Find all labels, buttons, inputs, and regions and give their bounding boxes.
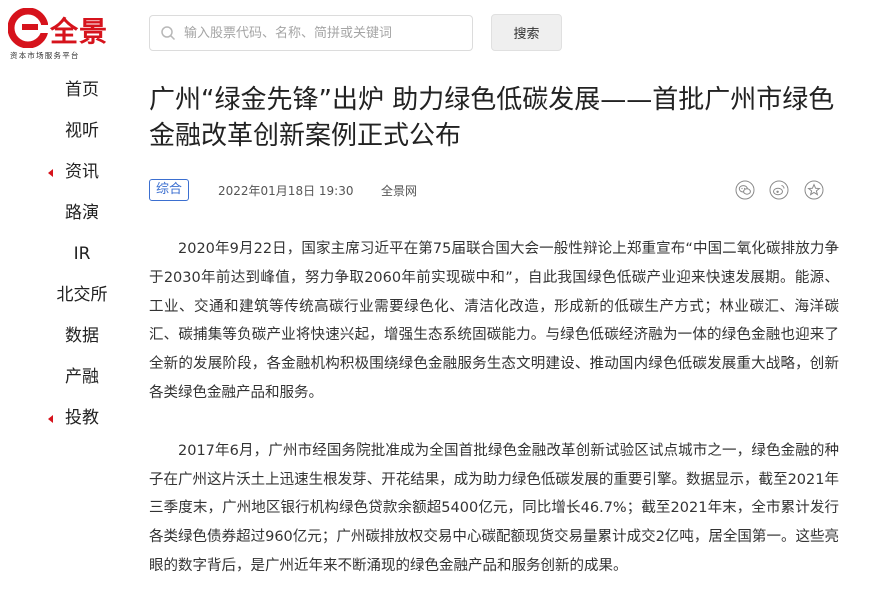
sidebar-item-ir[interactable]: IR bbox=[0, 234, 140, 275]
sidebar-nav: 首页 视听 资讯 路演 IR 北交所 数据 产融 投教 bbox=[0, 70, 140, 439]
logo-mark-icon bbox=[8, 8, 48, 48]
publish-date: 2022年01月18日 19:30 bbox=[218, 184, 354, 198]
logo-brand: 全景 bbox=[50, 15, 109, 48]
triangle-marker-icon bbox=[48, 169, 53, 177]
article-paragraph: 2020年9月22日，国家主席习近平在第75届联合国大会一般性辩论上郑重宣布“中… bbox=[149, 241, 839, 401]
search-icon bbox=[161, 26, 176, 41]
sidebar-item-label: 北交所 bbox=[56, 285, 108, 305]
sidebar-item-news[interactable]: 资讯 bbox=[0, 152, 140, 193]
sidebar-item-industry-finance[interactable]: 产融 bbox=[0, 357, 140, 398]
logo-slogan: 资本市场服务平台 bbox=[10, 51, 80, 60]
sidebar-item-label: 路演 bbox=[65, 203, 99, 223]
sidebar-item-bse[interactable]: 北交所 bbox=[0, 275, 140, 316]
search-box[interactable] bbox=[149, 15, 473, 51]
sidebar-item-label: 资讯 bbox=[65, 162, 99, 182]
article-source: 全景网 bbox=[381, 184, 418, 198]
search-button[interactable]: 搜索 bbox=[491, 14, 562, 51]
article-title: 广州“绿金先锋”出炉 助力绿色低碳发展——首批广州市绿色金融改革创新案例正式公布 bbox=[149, 85, 835, 151]
star-icon[interactable] bbox=[804, 180, 824, 200]
sidebar-item-roadshow[interactable]: 路演 bbox=[0, 193, 140, 234]
article-body: 2020年9月22日，国家主席习近平在第75届联合国大会一般性辩论上郑重宣布“中… bbox=[149, 235, 839, 610]
sidebar-item-video[interactable]: 视听 bbox=[0, 111, 140, 152]
sidebar-item-label: 视听 bbox=[65, 121, 99, 141]
search-input[interactable] bbox=[184, 16, 464, 50]
sidebar-item-home[interactable]: 首页 bbox=[0, 70, 140, 111]
sidebar-item-label: 产融 bbox=[65, 367, 99, 387]
sidebar-item-label: 首页 bbox=[65, 80, 99, 100]
logo[interactable]: 全景 资本市场服务平台 bbox=[8, 8, 118, 66]
category-tag[interactable]: 综合 bbox=[149, 179, 190, 201]
triangle-marker-icon bbox=[48, 415, 53, 423]
sidebar-item-label: 投教 bbox=[65, 408, 99, 428]
sidebar-item-label: IR bbox=[73, 244, 91, 264]
weibo-icon[interactable] bbox=[769, 180, 789, 200]
article-meta: 综合 2022年01月18日 19:30 全景网 bbox=[149, 179, 839, 203]
sidebar-item-label: 数据 bbox=[65, 326, 99, 346]
article-paragraph: 2017年6月，广州市经国务院批准成为全国首批绿色金融改革创新试验区试点城市之一… bbox=[149, 442, 839, 574]
wechat-icon[interactable] bbox=[735, 180, 755, 200]
sidebar-item-investor-education[interactable]: 投教 bbox=[0, 398, 140, 439]
sidebar-item-data[interactable]: 数据 bbox=[0, 316, 140, 357]
